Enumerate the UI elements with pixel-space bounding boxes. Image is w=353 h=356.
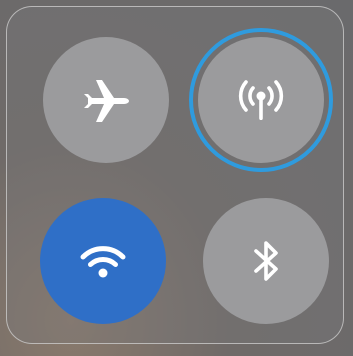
wifi-icon xyxy=(71,229,135,293)
cellular-data-toggle[interactable] xyxy=(198,37,324,163)
airplane-mode-toggle[interactable] xyxy=(43,37,169,163)
antenna-icon xyxy=(229,68,293,132)
bluetooth-icon xyxy=(234,229,298,293)
airplane-icon xyxy=(74,68,138,132)
wifi-toggle[interactable] xyxy=(40,198,166,324)
bluetooth-toggle[interactable] xyxy=(203,198,329,324)
